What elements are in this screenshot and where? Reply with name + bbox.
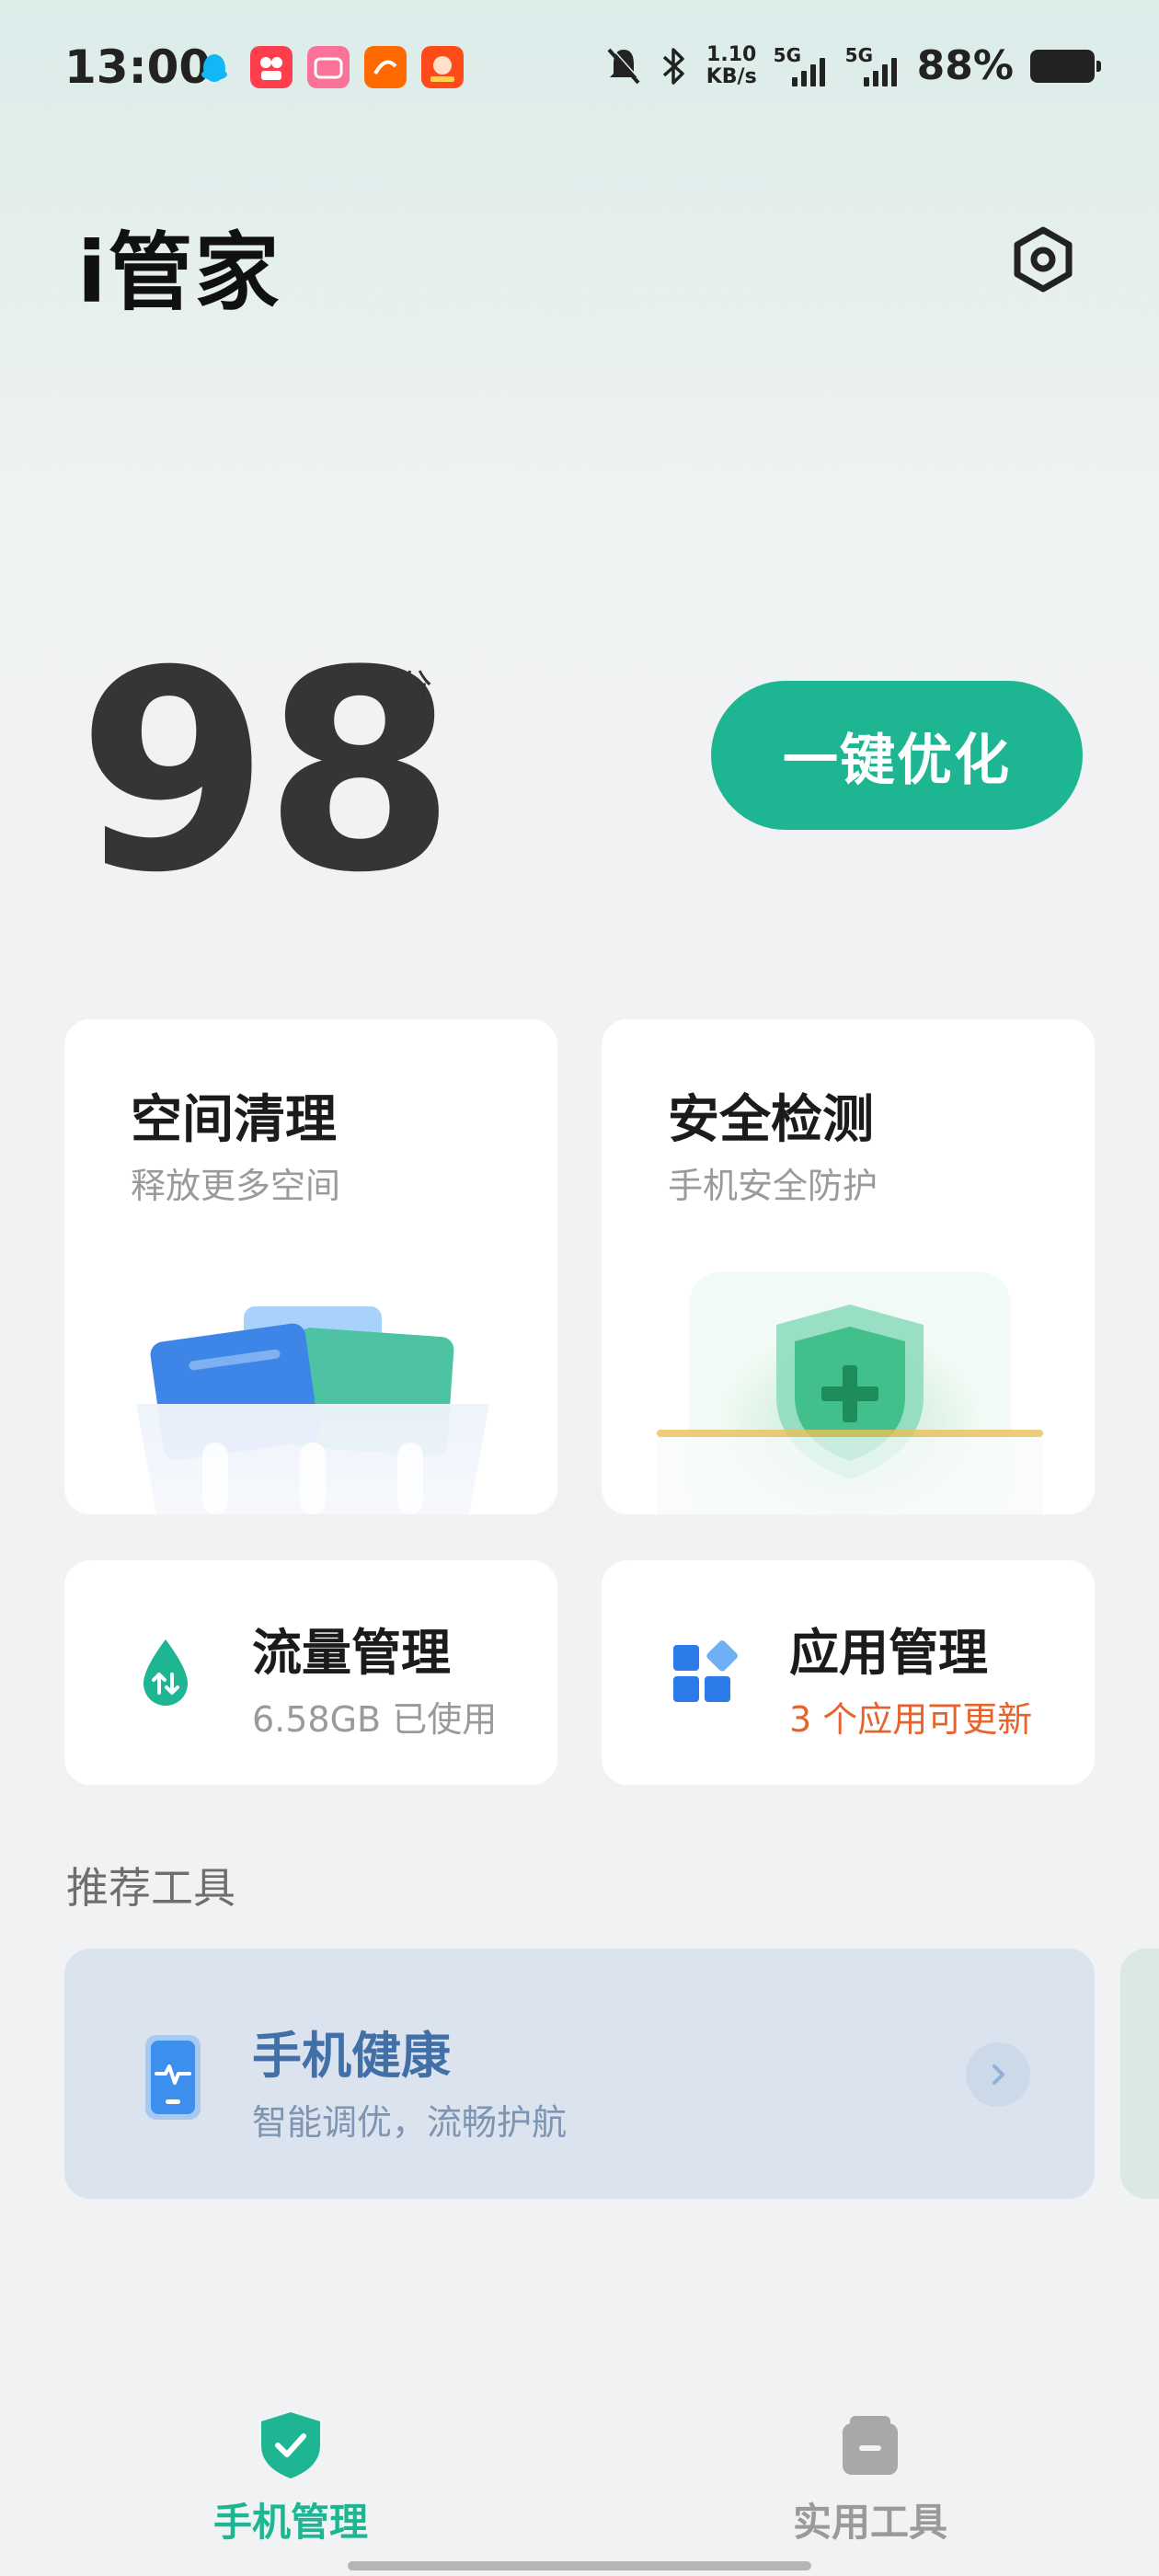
app-grid-icon — [673, 1640, 738, 1702]
card-subtitle: 释放更多空间 — [131, 1166, 341, 1206]
shield-check-icon — [261, 2412, 320, 2478]
toolbox-icon — [843, 2416, 898, 2475]
home-indicator[interactable] — [348, 2561, 811, 2570]
status-indicators: 1.10 KB/s 5G 5G 88% — [605, 42, 1101, 89]
health-score: 98 — [77, 612, 455, 933]
signal-icon — [863, 57, 897, 86]
app-update-count: 3 个应用可更新 — [789, 1699, 1033, 1740]
space-clean-card[interactable]: 空间清理 释放更多空间 — [64, 1019, 557, 1514]
mute-icon — [607, 47, 642, 84]
qq-icon — [201, 54, 227, 82]
card-subtitle: 手机安全防护 — [668, 1166, 878, 1206]
signal-icon — [791, 57, 825, 86]
trash-bin-icon — [136, 1306, 489, 1514]
settings-hex-icon[interactable] — [1010, 226, 1076, 293]
traffic-manage-card[interactable]: 流量管理 6.58GB 已使用 — [64, 1560, 557, 1785]
card-title: 空间清理 — [131, 1090, 337, 1150]
page-title: i管家 — [77, 224, 281, 322]
tool-card-phone-health[interactable]: 手机健康 智能调优，流畅护航 — [64, 1949, 1095, 2199]
optimize-button[interactable]: 一键优化 — [711, 681, 1083, 830]
sim2-signal: 5G — [845, 44, 901, 88]
card-title: 流量管理 — [252, 1624, 451, 1682]
tool-title: 手机健康 — [252, 2027, 451, 2085]
status-time: 13:00 — [64, 40, 212, 94]
tab-phone-manage[interactable]: 手机管理 — [153, 2410, 429, 2547]
bluetooth-icon — [662, 47, 684, 85]
chevron-right-icon[interactable] — [966, 2042, 1030, 2107]
phone-health-icon — [145, 2035, 201, 2120]
app-manage-card[interactable]: 应用管理 3 个应用可更新 — [602, 1560, 1095, 1785]
kuaishou-icon — [250, 46, 293, 88]
data-drop-icon — [143, 1639, 188, 1706]
1688-icon — [364, 46, 407, 88]
tool-subtitle: 智能调优，流畅护航 — [252, 2102, 568, 2143]
notification-icons — [193, 46, 464, 88]
bottom-nav: 手机管理 实用工具 — [0, 2392, 1159, 2576]
score-unit: 分 — [397, 667, 433, 707]
card-title: 应用管理 — [789, 1624, 988, 1682]
card-title: 安全检测 — [668, 1090, 874, 1150]
bilibili-icon — [307, 46, 350, 88]
card-subtitle: 6.58GB 已使用 — [252, 1699, 498, 1740]
sim1-signal: 5G — [774, 44, 829, 88]
nav-label: 手机管理 — [212, 2500, 368, 2545]
taobao-icon — [421, 46, 464, 88]
net-speed: 1.10 KB/s — [706, 42, 757, 88]
shield-plus-icon — [657, 1271, 1043, 1514]
battery-percent: 88% — [916, 42, 1014, 89]
section-title: 推荐工具 — [66, 1863, 235, 1913]
tool-card-next[interactable] — [1120, 1949, 1159, 2199]
net-speed-unit: KB/s — [706, 64, 757, 88]
nav-label: 实用工具 — [792, 2500, 947, 2545]
security-check-card[interactable]: 安全检测 手机安全防护 — [602, 1019, 1095, 1514]
net-speed-value: 1.10 — [706, 42, 757, 66]
status-bar: 13:00 1.10 KB/s 5G 5G 88% — [0, 0, 1159, 138]
battery-icon — [1030, 49, 1101, 83]
tab-utility-tools[interactable]: 实用工具 — [732, 2410, 1008, 2547]
